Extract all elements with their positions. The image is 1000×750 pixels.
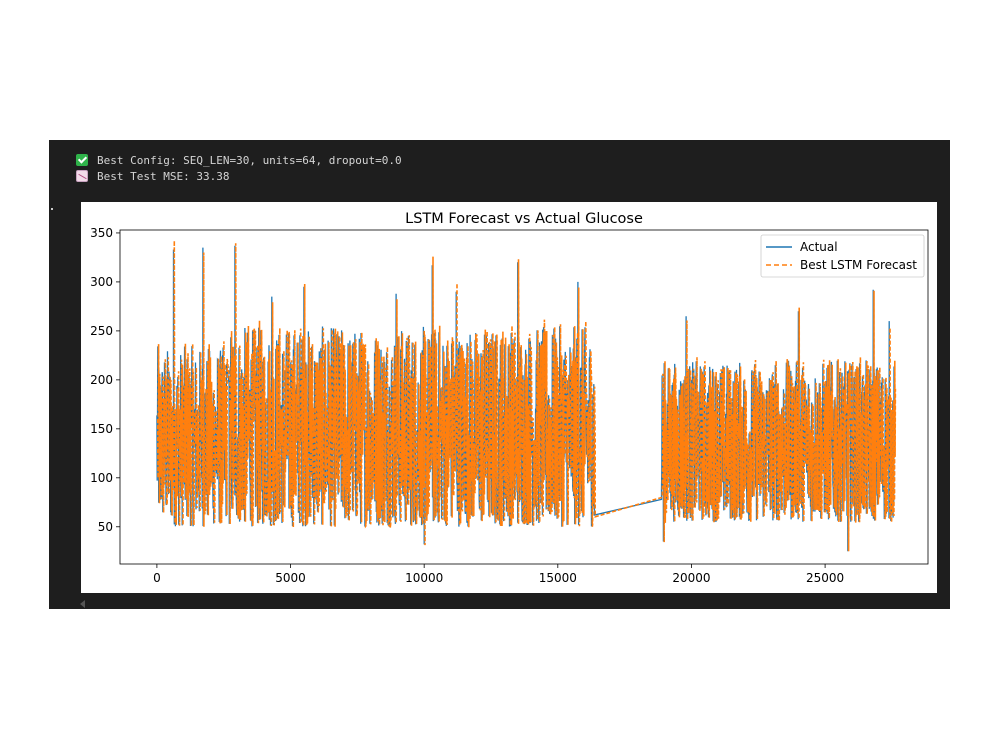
best-mse-line: Best Test MSE: 33.38 xyxy=(76,169,229,183)
y-tick-label: 300 xyxy=(90,275,113,289)
best-config-text: Best Config: SEQ_LEN=30, units=64, dropo… xyxy=(97,153,402,167)
plot-lines xyxy=(156,240,897,552)
x-tick-label: 25000 xyxy=(806,571,844,585)
chart-decreasing-icon xyxy=(76,170,88,182)
y-tick-label: 350 xyxy=(90,226,113,240)
legend: Actual Best LSTM Forecast xyxy=(760,234,925,278)
output-marker xyxy=(51,208,53,210)
best-config-line: Best Config: SEQ_LEN=30, units=64, dropo… xyxy=(76,153,402,167)
x-tick-label: 10000 xyxy=(405,571,443,585)
forecast-chart: LSTM Forecast vs Actual Glucose 0 5000 100… xyxy=(90,211,929,585)
y-tick-label: 50 xyxy=(98,520,113,534)
y-tick-label: 150 xyxy=(90,422,113,436)
legend-actual-label: Actual xyxy=(800,240,838,254)
scroll-left-arrow-icon[interactable] xyxy=(80,600,85,608)
x-tick-label: 20000 xyxy=(672,571,710,585)
forecast-figure: LSTM Forecast vs Actual Glucose 0 5000 100… xyxy=(81,202,937,593)
chart-title: LSTM Forecast vs Actual Glucose xyxy=(405,211,643,227)
legend-forecast-label: Best LSTM Forecast xyxy=(800,258,917,272)
x-tick-label: 0 xyxy=(153,571,161,585)
y-tick-label: 250 xyxy=(90,324,113,338)
x-tick-label: 5000 xyxy=(275,571,306,585)
x-tick-label: 15000 xyxy=(539,571,577,585)
y-tick-label: 100 xyxy=(90,471,113,485)
check-mark-icon xyxy=(76,154,88,166)
notebook-output-cell: Best Config: SEQ_LEN=30, units=64, dropo… xyxy=(49,140,950,609)
best-mse-text: Best Test MSE: 33.38 xyxy=(97,169,230,183)
y-tick-label: 200 xyxy=(90,373,113,387)
series-forecast-line xyxy=(156,240,897,552)
